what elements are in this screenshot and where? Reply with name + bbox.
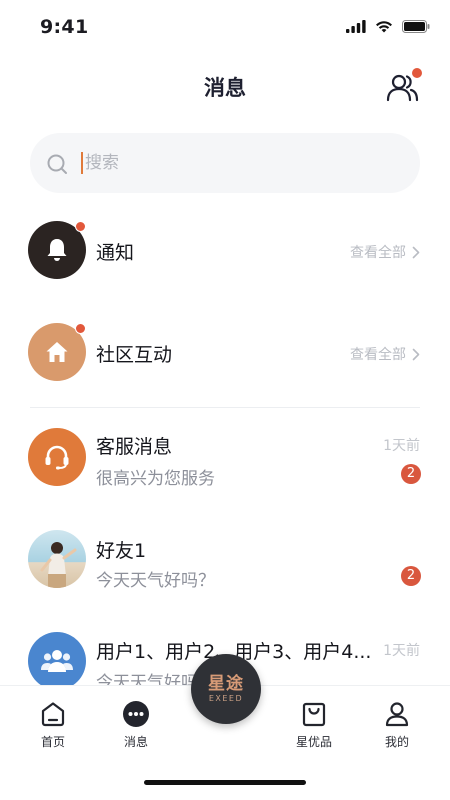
item-title: 通知 [96, 242, 135, 264]
view-all-label: 查看全部 [350, 347, 406, 363]
list-item-friend[interactable]: 好友1 今天天气好吗？ 2 [0, 512, 450, 612]
item-title: 客服消息 [96, 436, 173, 458]
tab-messages[interactable]: 消息 [106, 700, 166, 750]
avatar [28, 530, 86, 588]
tab-shop[interactable]: 星优品 [284, 700, 344, 750]
tab-label: 消息 [123, 735, 148, 749]
unread-dot [75, 221, 86, 232]
list-item-notifications[interactable]: 通知 查看全部 [0, 200, 450, 300]
header: 消息 [0, 60, 450, 116]
item-title: 社区互动 [96, 344, 173, 366]
search-icon [47, 154, 67, 174]
unread-badge: 2 [401, 464, 421, 484]
headset-icon [45, 445, 69, 470]
avatar [28, 323, 86, 381]
signal-icon [346, 20, 366, 33]
tab-home[interactable]: 首页 [23, 700, 83, 750]
contacts-unread-dot [412, 68, 422, 78]
tab-label: 星优品 [295, 735, 332, 749]
chat-dots-icon [123, 701, 149, 727]
view-all-label: 查看全部 [350, 245, 406, 261]
unread-badge: 2 [401, 566, 421, 586]
tab-label: 我的 [384, 735, 409, 749]
list-item-customer-service[interactable]: 客服消息 很高兴为您服务 1天前 2 [0, 410, 450, 510]
chevron-right-icon [412, 246, 420, 258]
avatar [28, 428, 86, 486]
center-brand-button[interactable]: 星途 EXEED [191, 654, 261, 724]
avatar [28, 221, 86, 279]
home-indicator [144, 780, 306, 785]
friend-photo [28, 530, 86, 588]
item-time: 1天前 [383, 438, 420, 454]
search-bar[interactable] [30, 133, 420, 193]
item-time: 1天前 [383, 643, 420, 659]
view-all-link[interactable]: 查看全部 [350, 242, 420, 262]
list-item-community[interactable]: 社区互动 查看全部 [0, 302, 450, 402]
home-tab-icon [41, 702, 65, 727]
view-all-link[interactable]: 查看全部 [350, 344, 420, 364]
wifi-icon [376, 21, 392, 33]
status-icons [346, 20, 430, 33]
shopping-bag-icon [302, 702, 326, 727]
unread-dot [75, 323, 86, 334]
contacts-button[interactable] [384, 68, 422, 106]
text-caret [81, 152, 83, 174]
home-icon [46, 342, 68, 362]
status-bar: 9:41 [0, 0, 450, 58]
item-title: 好友1 [96, 540, 147, 562]
tab-profile[interactable]: 我的 [367, 700, 427, 750]
search-input[interactable] [85, 147, 385, 179]
brand-logo-cn: 星途 [208, 673, 244, 694]
avatar [28, 632, 86, 690]
chevron-right-icon [412, 348, 420, 360]
divider [30, 407, 420, 408]
item-subtitle: 很高兴为您服务 [96, 469, 215, 489]
bell-icon [47, 239, 67, 261]
group-icon [41, 650, 73, 672]
battery-icon [402, 20, 430, 33]
item-subtitle: 今天天气好吗？ [96, 571, 215, 591]
person-icon [385, 702, 409, 727]
tab-label: 首页 [40, 735, 65, 749]
status-time: 9:41 [40, 16, 89, 38]
brand-logo-en: EXEED [208, 693, 244, 703]
page-title: 消息 [204, 76, 246, 100]
